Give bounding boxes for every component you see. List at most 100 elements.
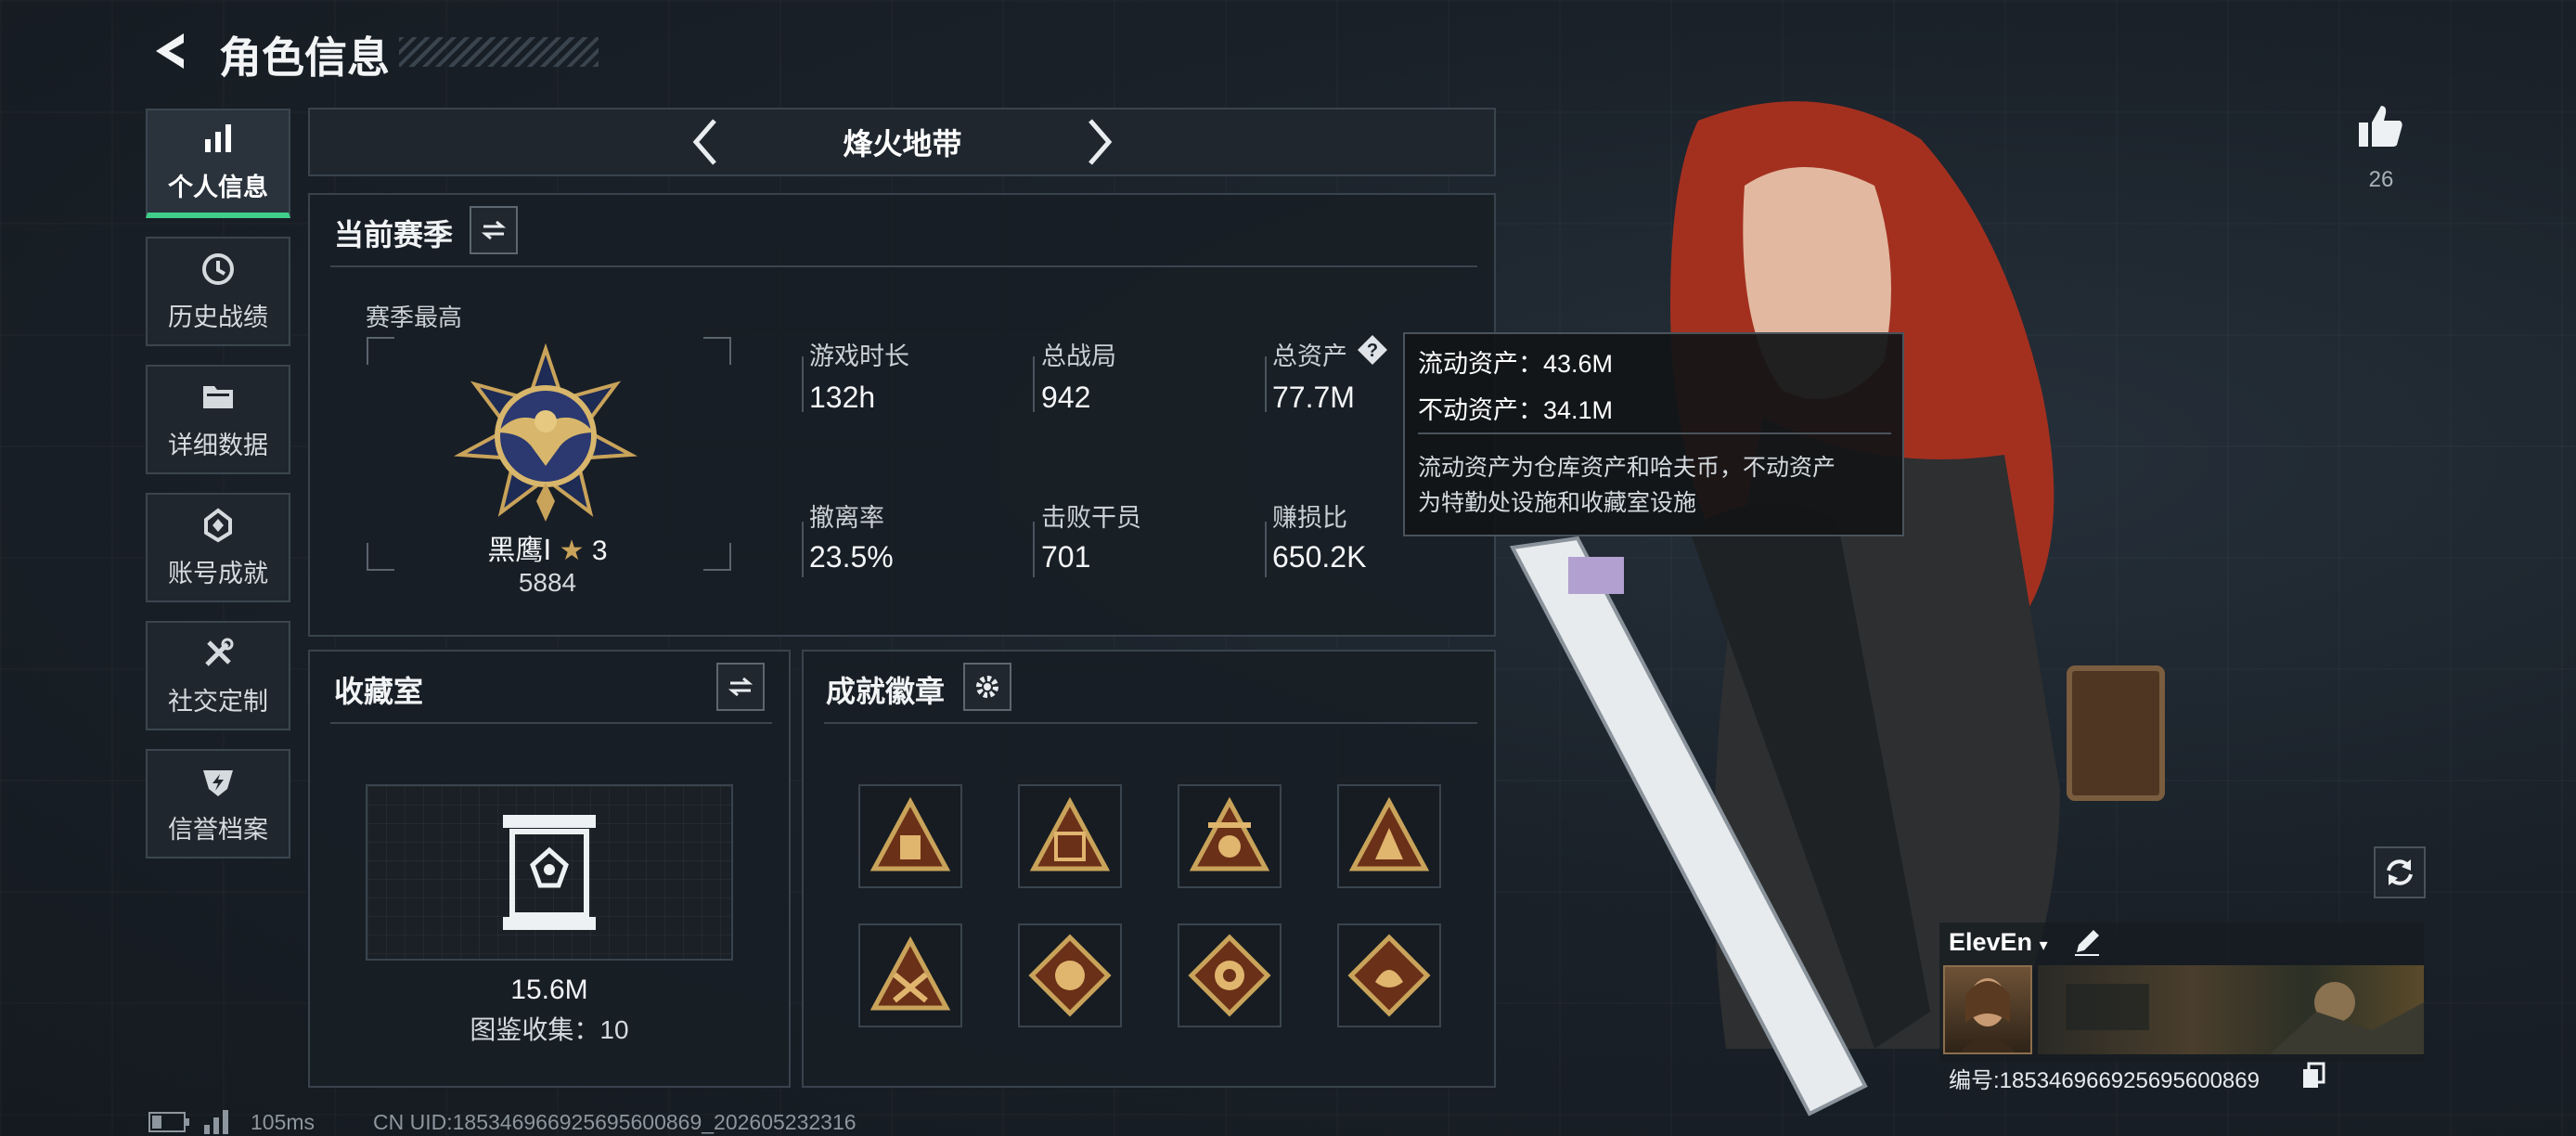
sidebar-item-label: 账号成就	[168, 559, 268, 587]
chevron-right-icon	[1088, 119, 1113, 165]
stat-separator	[802, 356, 804, 412]
stat-label-playtime: 游戏时长	[809, 342, 909, 370]
stat-label-total-assets: 总资产	[1272, 342, 1347, 370]
rank-points: 5884	[518, 568, 577, 597]
sidebar-item-label: 信誉档案	[168, 815, 268, 844]
showcase-icon	[501, 813, 598, 932]
badge-icon-2	[1029, 796, 1111, 871]
achievements-title: 成就徽章	[826, 675, 946, 708]
eagle-medal-icon	[453, 342, 638, 522]
stat-separator	[1033, 356, 1035, 412]
sidebar-item-label: 个人信息	[168, 173, 268, 201]
sidebar-item-label: 详细数据	[168, 431, 268, 459]
tooltip-fixed-assets: 不动资产：34.1M	[1418, 396, 1614, 424]
back-arrow-icon	[156, 33, 184, 69]
tools-icon	[205, 638, 234, 666]
badge-icon-1	[869, 796, 951, 871]
sidebar-item-history[interactable]: 历史战绩	[146, 237, 290, 346]
stat-value-matches: 942	[1041, 381, 1091, 414]
mode-next-button[interactable]	[1079, 115, 1118, 169]
back-button[interactable]	[147, 28, 193, 74]
assets-help-button[interactable]: ?	[1357, 334, 1388, 366]
stat-separator	[1265, 522, 1267, 577]
svg-text:?: ?	[1367, 341, 1378, 361]
like-button[interactable]	[2355, 100, 2407, 152]
rank-name-text: 黑鹰Ⅰ	[487, 536, 552, 566]
collection-title: 收藏室	[334, 675, 424, 708]
pencil-icon	[2075, 930, 2099, 956]
stat-separator	[802, 522, 804, 577]
avatar[interactable]	[1943, 965, 2032, 1054]
badge-icon-5	[869, 936, 951, 1011]
season-title: 当前赛季	[334, 218, 454, 252]
chevron-left-icon	[692, 119, 716, 165]
achievement-badge[interactable]	[1178, 923, 1282, 1027]
rank-medal	[453, 342, 638, 529]
player-name: ElevEn	[1949, 928, 2033, 956]
folder-icon	[203, 385, 233, 408]
avatar-portrait-icon	[1960, 978, 2016, 1052]
achievement-badge[interactable]	[1018, 784, 1122, 888]
rifle	[1494, 529, 1884, 1123]
badge-icon-3	[1189, 796, 1270, 871]
badge-icon-6	[1028, 934, 1112, 1017]
player-id: 编号:185346966925695600869	[1949, 1062, 2260, 1094]
player-name-button[interactable]: ElevEn ▾	[1949, 928, 2048, 957]
season-switch-button[interactable]	[470, 206, 518, 254]
sidebar-item-detailed-data[interactable]: 详细数据	[146, 365, 290, 474]
stat-value-profit-ratio: 650.2K	[1272, 540, 1367, 574]
rank-name: 黑鹰Ⅰ ★ 3	[464, 527, 631, 568]
banner-scene-icon	[2066, 982, 2424, 1054]
tooltip-description-line1: 流动资产为仓库资产和哈夫币，不动资产	[1418, 455, 1836, 481]
sidebar-item-social[interactable]: 社交定制	[146, 621, 290, 730]
season-highest-label: 赛季最高	[366, 303, 463, 331]
bar-chart-icon	[205, 123, 231, 152]
sidebar-item-personal-info[interactable]: 个人信息	[146, 109, 290, 218]
tooltip-divider	[1418, 432, 1891, 434]
collection-divider	[330, 722, 772, 724]
stat-label-profit-ratio: 赚损比	[1272, 504, 1347, 532]
swap-icon	[481, 220, 507, 240]
stat-separator	[1265, 356, 1267, 412]
achievement-badge[interactable]	[858, 784, 962, 888]
signal-icon	[202, 1110, 232, 1136]
sidebar-item-achievements[interactable]: 账号成就	[146, 493, 290, 602]
page-title: 角色信息	[219, 33, 390, 82]
achievement-badge[interactable]	[1337, 923, 1441, 1027]
ping-value: 105ms	[251, 1110, 316, 1134]
frame-corner	[703, 337, 731, 365]
copy-id-button[interactable]	[2301, 1062, 2325, 1090]
uid-text: CN UID:185346966925695600869_20260523231…	[373, 1110, 857, 1134]
refresh-button[interactable]	[2374, 846, 2426, 898]
achievement-badge[interactable]	[1178, 784, 1282, 888]
edit-name-button[interactable]	[2071, 926, 2103, 958]
thumbs-up-icon	[2359, 106, 2402, 147]
sidebar-item-label: 社交定制	[168, 687, 268, 716]
badge-icon-8	[1347, 934, 1431, 1017]
like-count: 26	[2368, 167, 2394, 192]
chevron-down-icon: ▾	[2039, 936, 2048, 954]
swap-icon	[728, 677, 753, 697]
star-icon: ★	[559, 536, 585, 566]
achievement-badge[interactable]	[1337, 784, 1441, 888]
achievements-settings-button[interactable]	[963, 663, 1011, 711]
collection-switch-button[interactable]	[716, 663, 765, 711]
achievement-badge[interactable]	[858, 923, 962, 1027]
gear-icon	[976, 676, 998, 698]
sidebar-item-credit[interactable]: 信誉档案	[146, 749, 290, 858]
rank-stars: 3	[591, 536, 608, 566]
stat-separator	[1033, 522, 1035, 577]
title-hatch-decoration	[399, 37, 599, 67]
stat-value-playtime: 132h	[809, 381, 876, 414]
history-clock-icon	[202, 252, 234, 285]
stat-label-matches: 总战局	[1041, 342, 1116, 370]
frame-corner	[367, 337, 394, 365]
player-banner[interactable]	[2038, 965, 2424, 1054]
frame-corner	[367, 543, 394, 571]
achievement-badge[interactable]	[1018, 923, 1122, 1027]
stat-value-extract-rate: 23.5%	[809, 540, 894, 574]
copy-icon	[2303, 1062, 2325, 1088]
mode-prev-button[interactable]	[687, 115, 726, 169]
help-diamond-icon: ?	[1358, 335, 1387, 365]
frame-corner	[703, 543, 731, 571]
